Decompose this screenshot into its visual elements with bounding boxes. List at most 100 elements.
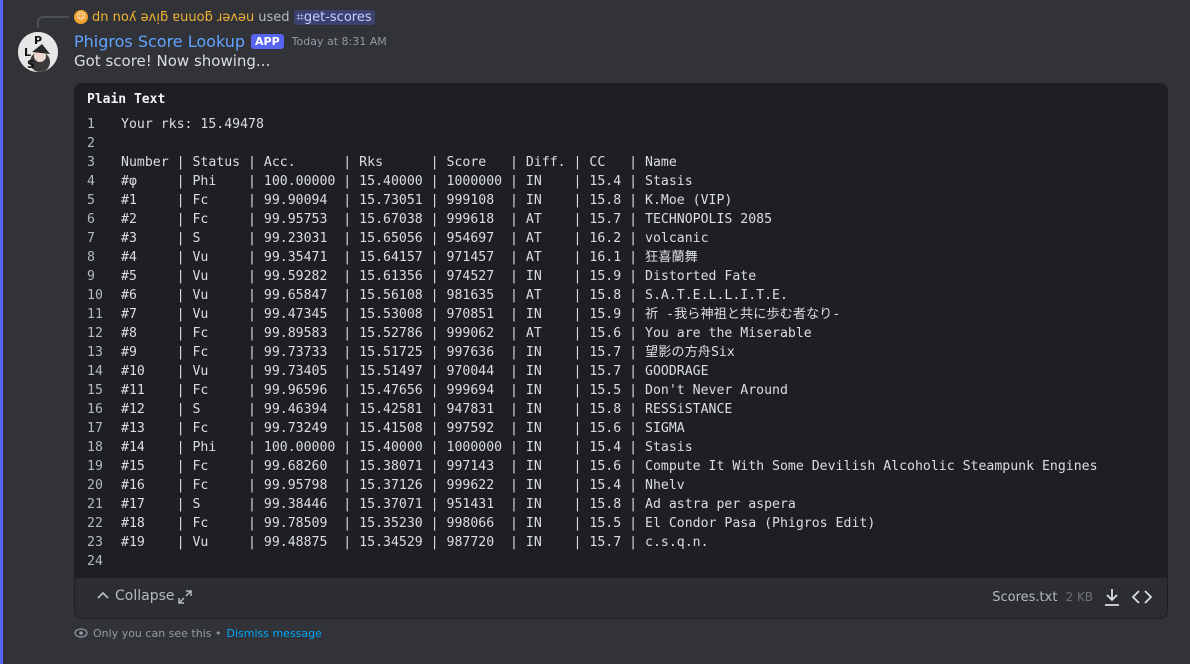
line-number: 18 bbox=[87, 440, 103, 455]
reply-avatar[interactable]: ☺ bbox=[74, 10, 88, 24]
line-text: #12 | S | 99.46394 | 15.42581 | 947831 |… bbox=[121, 402, 733, 417]
line-text: #10 | Vu | 99.73405 | 15.51497 | 970044 … bbox=[121, 364, 709, 379]
highlight-bar bbox=[0, 0, 3, 664]
expand-icon[interactable] bbox=[177, 589, 193, 605]
line-text: #11 | Fc | 99.96596 | 15.47656 | 999694 … bbox=[121, 383, 788, 398]
chevron-up-icon bbox=[97, 591, 109, 599]
code-block[interactable]: Plain Text 1 Your rks: 15.49478 2 3 Number |… bbox=[75, 84, 1167, 578]
line-text: Your rks: 15.49478 bbox=[121, 117, 264, 132]
line-text: #7 | Vu | 99.47345 | 15.53008 | 970851 |… bbox=[121, 307, 841, 322]
line-text: #15 | Fc | 99.68260 | 15.38071 | 997143 … bbox=[121, 459, 1098, 474]
line-number: 9 bbox=[87, 269, 95, 284]
line-text: #6 | Vu | 99.65847 | 15.56108 | 981635 |… bbox=[121, 288, 788, 303]
line-text: #3 | S | 99.23031 | 15.65056 | 954697 | … bbox=[121, 231, 709, 246]
file-size: 2 KB bbox=[1065, 590, 1093, 604]
command-hash-icon: ⌗ bbox=[296, 9, 304, 25]
line-text: #14 | Phi | 100.00000 | 15.40000 | 10000… bbox=[121, 440, 693, 455]
code-line: 2 bbox=[87, 134, 1098, 153]
view-source-icon[interactable] bbox=[1131, 586, 1153, 608]
code-line: 21 #17 | S | 99.38446 | 15.37071 | 951431… bbox=[87, 495, 1098, 514]
line-text: Number | Status | Acc. | Rks | Score | D… bbox=[121, 155, 677, 170]
collapse-button[interactable]: Collapse bbox=[95, 588, 175, 604]
bot-avatar[interactable]: L P S bbox=[18, 32, 58, 72]
line-number: 2 bbox=[87, 136, 95, 151]
reply-connector bbox=[37, 16, 69, 28]
line-number: 6 bbox=[87, 212, 95, 227]
line-number: 4 bbox=[87, 174, 95, 189]
code-line: 16 #12 | S | 99.46394 | 15.42581 | 947831… bbox=[87, 400, 1098, 419]
line-text: #18 | Fc | 99.78509 | 15.35230 | 998066 … bbox=[121, 516, 876, 531]
code-line: 11 #7 | Vu | 99.47345 | 15.53008 | 970851… bbox=[87, 305, 1098, 324]
code-line: 10 #6 | Vu | 99.65847 | 15.56108 | 981635… bbox=[87, 286, 1098, 305]
message-header: Phigros Score Lookup APP Today at 8:31 A… bbox=[74, 30, 387, 52]
line-text: #4 | Vu | 99.35471 | 15.64157 | 971457 |… bbox=[121, 250, 698, 265]
line-number: 13 bbox=[87, 345, 103, 360]
line-number: 7 bbox=[87, 231, 95, 246]
line-number: 19 bbox=[87, 459, 103, 474]
message-timestamp[interactable]: Today at 8:31 AM bbox=[292, 35, 387, 48]
line-number: 20 bbox=[87, 478, 103, 493]
reply-username[interactable]: dn noʎ ǝʌᴉƃ ɐuuoƃ ɹǝʌǝu bbox=[92, 10, 254, 25]
line-text: #13 | Fc | 99.73249 | 15.41508 | 997592 … bbox=[121, 421, 685, 436]
slash-command-pill[interactable]: ⌗get-scores bbox=[293, 9, 375, 25]
ephemeral-text: Only you can see this • bbox=[93, 626, 222, 640]
line-number: 3 bbox=[87, 155, 95, 170]
line-number: 22 bbox=[87, 516, 103, 531]
command-name: get-scores bbox=[303, 9, 372, 25]
ephemeral-notice: Only you can see this • Dismiss message bbox=[74, 626, 322, 640]
line-number: 11 bbox=[87, 307, 103, 322]
file-name: Scores.txt bbox=[992, 589, 1058, 605]
line-number: 10 bbox=[87, 288, 103, 303]
code-line: 14 #10 | Vu | 99.73405 | 15.51497 | 97004… bbox=[87, 362, 1098, 381]
author-name[interactable]: Phigros Score Lookup bbox=[74, 32, 245, 51]
code-line: 9 #5 | Vu | 99.59282 | 15.61356 | 974527 … bbox=[87, 267, 1098, 286]
line-number: 23 bbox=[87, 535, 103, 550]
code-language-title: Plain Text bbox=[87, 92, 166, 107]
code-line: 15 #11 | Fc | 99.96596 | 15.47656 | 99969… bbox=[87, 381, 1098, 400]
code-line: 18 #14 | Phi | 100.00000 | 15.40000 | 100… bbox=[87, 438, 1098, 457]
line-number: 5 bbox=[87, 193, 95, 208]
line-text: #2 | Fc | 99.95753 | 15.67038 | 999618 |… bbox=[121, 212, 773, 227]
avatar-letter-p: P bbox=[34, 34, 43, 47]
app-badge: APP bbox=[251, 33, 284, 49]
line-number: 12 bbox=[87, 326, 103, 341]
code-line: 5 #1 | Fc | 99.90094 | 15.73051 | 999108 … bbox=[87, 191, 1098, 210]
download-icon[interactable] bbox=[1101, 586, 1123, 608]
line-text: #17 | S | 99.38446 | 15.37071 | 951431 |… bbox=[121, 497, 796, 512]
reply-context[interactable]: ☺ dn noʎ ǝʌᴉƃ ɐuuoƃ ɹǝʌǝu used ⌗get-scor… bbox=[74, 8, 375, 26]
line-text: #φ | Phi | 100.00000 | 15.40000 | 100000… bbox=[121, 174, 693, 189]
eye-icon bbox=[74, 628, 88, 638]
code-line: 13 #9 | Fc | 99.73733 | 15.51725 | 997636… bbox=[87, 343, 1098, 362]
line-text: #8 | Fc | 99.89583 | 15.52786 | 999062 |… bbox=[121, 326, 812, 341]
line-number: 8 bbox=[87, 250, 95, 265]
code-line: 20 #16 | Fc | 99.95798 | 15.37126 | 99962… bbox=[87, 476, 1098, 495]
line-number: 24 bbox=[87, 554, 103, 569]
line-number: 17 bbox=[87, 421, 103, 436]
line-number: 14 bbox=[87, 364, 103, 379]
code-line: 1 Your rks: 15.49478 bbox=[87, 115, 1098, 134]
code-line: 3 Number | Status | Acc. | Rks | Score | … bbox=[87, 153, 1098, 172]
code-embed-footer: Collapse Scores.txt 2 KB bbox=[75, 578, 1167, 618]
reply-used-text: used bbox=[258, 9, 290, 25]
avatar-letter-s: S bbox=[27, 58, 35, 71]
line-text: #1 | Fc | 99.90094 | 15.73051 | 999108 |… bbox=[121, 193, 733, 208]
line-number: 1 bbox=[87, 117, 95, 132]
code-line: 17 #13 | Fc | 99.73249 | 15.41508 | 99759… bbox=[87, 419, 1098, 438]
code-line: 22 #18 | Fc | 99.78509 | 15.35230 | 99806… bbox=[87, 514, 1098, 533]
line-text: #9 | Fc | 99.73733 | 15.51725 | 997636 |… bbox=[121, 345, 735, 360]
code-line: 19 #15 | Fc | 99.68260 | 15.38071 | 99714… bbox=[87, 457, 1098, 476]
dismiss-message-link[interactable]: Dismiss message bbox=[226, 627, 321, 640]
line-text: #19 | Vu | 99.48875 | 15.34529 | 987720 … bbox=[121, 535, 709, 550]
file-info: Scores.txt 2 KB bbox=[992, 586, 1153, 608]
code-line: 8 #4 | Vu | 99.35471 | 15.64157 | 971457 … bbox=[87, 248, 1098, 267]
line-text: #5 | Vu | 99.59282 | 15.61356 | 974527 |… bbox=[121, 269, 757, 284]
line-text: #16 | Fc | 99.95798 | 15.37126 | 999622 … bbox=[121, 478, 685, 493]
collapse-label: Collapse bbox=[115, 588, 175, 604]
line-number: 15 bbox=[87, 383, 103, 398]
code-lines: 1 Your rks: 15.49478 2 3 Number | Status | A… bbox=[87, 115, 1098, 571]
code-line: 4 #φ | Phi | 100.00000 | 15.40000 | 10000… bbox=[87, 172, 1098, 191]
code-embed: Plain Text 1 Your rks: 15.49478 2 3 Number |… bbox=[74, 83, 1168, 619]
code-line: 24 bbox=[87, 552, 1098, 571]
code-line: 6 #2 | Fc | 99.95753 | 15.67038 | 999618 … bbox=[87, 210, 1098, 229]
code-line: 23 #19 | Vu | 99.48875 | 15.34529 | 98772… bbox=[87, 533, 1098, 552]
